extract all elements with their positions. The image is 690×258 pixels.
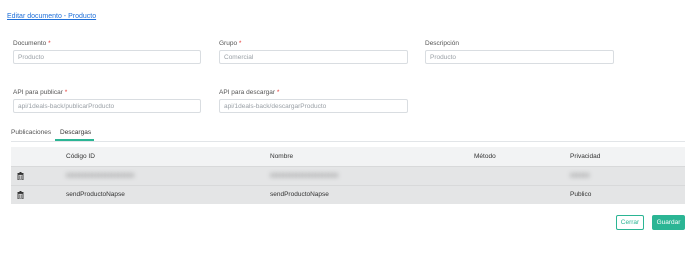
table-row[interactable]: xxxxxxxxxxxxxxxxxxxxx xxxxxxxxxxxxxxxxxx… bbox=[11, 166, 685, 185]
documento-field: Documento * bbox=[13, 39, 201, 64]
trash-icon[interactable] bbox=[17, 191, 24, 199]
cell-codigo: sendProductoNapse bbox=[66, 191, 125, 198]
descripcion-field: Descripción bbox=[425, 39, 614, 64]
trash-icon[interactable] bbox=[17, 172, 24, 180]
grupo-label: Grupo * bbox=[219, 40, 242, 47]
cell-codigo: xxxxxxxxxxxxxxxxxxxxx bbox=[66, 172, 135, 179]
descripcion-input[interactable] bbox=[425, 50, 614, 64]
api-publicar-label: API para publicar * bbox=[13, 89, 68, 96]
grupo-field: Grupo * bbox=[219, 39, 408, 64]
cell-nombre: xxxxxxxxxxxxxxxxxxxxx bbox=[270, 172, 339, 179]
tabs-divider bbox=[11, 141, 685, 142]
table-row[interactable]: sendProductoNapse sendProductoNapse Publ… bbox=[11, 185, 685, 204]
cell-nombre: sendProductoNapse bbox=[270, 191, 329, 198]
api-descargar-input[interactable] bbox=[219, 99, 408, 113]
header-privacidad: Privacidad bbox=[570, 153, 601, 160]
header-nombre: Nombre bbox=[270, 153, 294, 160]
page-title[interactable]: Editar documento - Producto bbox=[7, 13, 96, 20]
table-header: Código ID Nombre Método Privacidad bbox=[11, 147, 685, 166]
descargas-table: Código ID Nombre Método Privacidad xxxxx… bbox=[11, 147, 685, 204]
header-metodo: Método bbox=[474, 153, 496, 160]
documento-label: Documento * bbox=[13, 40, 51, 47]
cancel-button[interactable]: Cerrar bbox=[616, 215, 644, 230]
api-descargar-field: API para descargar * bbox=[219, 88, 408, 113]
cell-privacidad: Publico bbox=[570, 191, 592, 198]
descripcion-label: Descripción bbox=[425, 40, 459, 47]
header-codigo: Código ID bbox=[66, 153, 95, 160]
save-button[interactable]: Guardar bbox=[652, 215, 685, 230]
cell-privacidad: xxxxxx bbox=[570, 172, 590, 179]
api-publicar-field: API para publicar * bbox=[13, 88, 201, 113]
documento-input[interactable] bbox=[13, 50, 201, 64]
tab-publicaciones[interactable]: Publicaciones bbox=[11, 128, 51, 142]
api-descargar-label: API para descargar * bbox=[219, 89, 280, 96]
grupo-input[interactable] bbox=[219, 50, 408, 64]
api-publicar-input[interactable] bbox=[13, 99, 201, 113]
